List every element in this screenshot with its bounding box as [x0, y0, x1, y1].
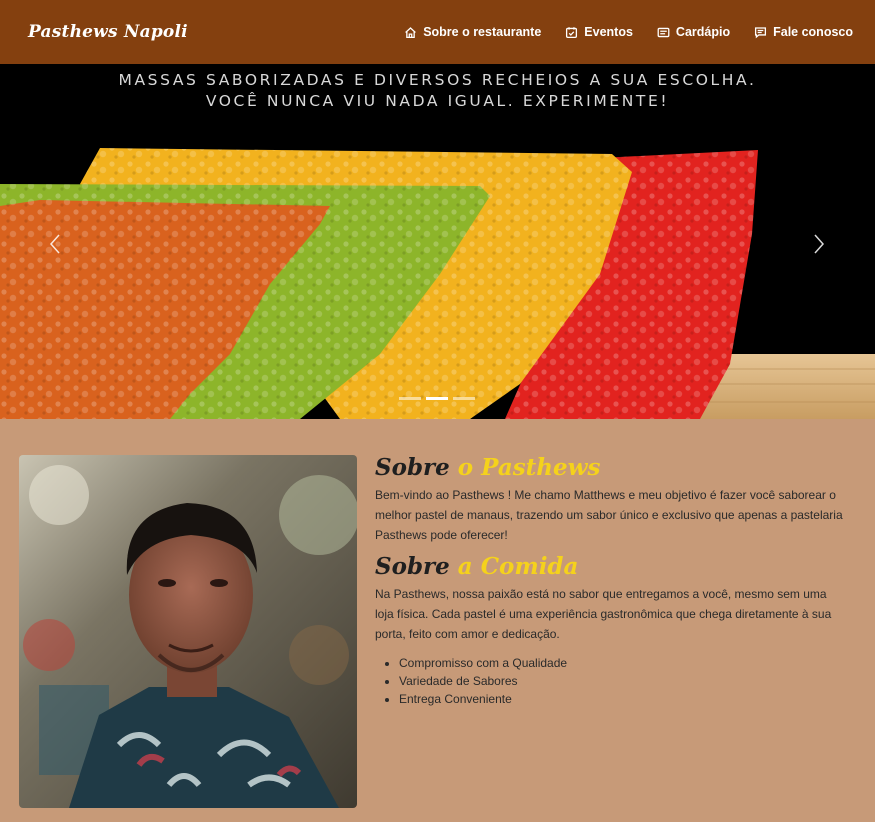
- about-text: Sobre o Pasthews Bem-vindo ao Pasthews !…: [375, 453, 845, 708]
- navbar: Pasthews Napoli Sobre o restaurante Even…: [0, 0, 875, 64]
- nav-sobre-restaurante[interactable]: Sobre o restaurante: [404, 25, 541, 39]
- carousel-next-button[interactable]: [804, 224, 834, 264]
- feature-item: Variedade de Sabores: [399, 672, 845, 690]
- owner-photo: [19, 455, 357, 808]
- nav-label: Eventos: [584, 25, 633, 39]
- home-icon: [405, 26, 417, 38]
- food-text: Na Pasthews, nossa paixão está no sabor …: [375, 587, 832, 641]
- chevron-left-icon: [49, 234, 60, 254]
- food-title-accent: a Comida: [457, 553, 579, 580]
- food-title: Sobre a Comida: [375, 552, 845, 582]
- nav-label: Fale conosco: [773, 25, 853, 39]
- calendar-check-icon: [566, 26, 578, 38]
- brand-logo-link[interactable]: Pasthews Napoli: [28, 22, 188, 42]
- about-title: Sobre o Pasthews: [375, 453, 845, 483]
- carousel-indicator-3[interactable]: [453, 397, 475, 400]
- menu-card-icon: [657, 27, 670, 37]
- nav-fale-conosco[interactable]: Fale conosco: [754, 25, 853, 39]
- nav-label: Sobre o restaurante: [423, 25, 542, 39]
- carousel-indicator-1[interactable]: [399, 397, 421, 400]
- nav-label: Cardápio: [675, 25, 731, 39]
- about-title-accent: o Pasthews: [457, 454, 601, 481]
- feature-list: Compromisso com a Qualidade Variedade de…: [399, 654, 845, 708]
- hero-carousel: MASSAS SABORIZADAS E DIVERSOS RECHEIOS A…: [0, 64, 875, 419]
- chat-icon: [755, 26, 767, 38]
- feature-item: Compromisso com a Qualidade: [399, 654, 845, 672]
- carousel-caption: MASSAS SABORIZADAS E DIVERSOS RECHEIOS A…: [0, 70, 875, 112]
- nav-cardapio[interactable]: Cardápio: [657, 25, 730, 39]
- pastel-slide-image: [0, 64, 875, 419]
- about-section: Sobre o Pasthews Bem-vindo ao Pasthews !…: [0, 419, 875, 822]
- about-title-main: Sobre: [375, 454, 458, 481]
- nav-eventos[interactable]: Eventos: [565, 25, 633, 39]
- caption-line-2: VOCÊ NUNCA VIU NADA IGUAL. EXPERIMENTE!: [205, 92, 670, 110]
- about-intro: Bem-vindo ao Pasthews ! Me chamo Matthew…: [375, 488, 843, 542]
- caption-line-1: MASSAS SABORIZADAS E DIVERSOS RECHEIOS A…: [118, 71, 757, 89]
- feature-item: Entrega Conveniente: [399, 690, 845, 708]
- food-title-main: Sobre: [375, 553, 458, 580]
- owner-portrait-image: [19, 455, 357, 808]
- main-nav: Sobre o restaurante Eventos Cardápio Fal…: [404, 25, 853, 39]
- carousel-prev-button[interactable]: [40, 224, 70, 264]
- carousel-indicators: [399, 397, 475, 400]
- chevron-right-icon: [814, 234, 825, 254]
- carousel-indicator-2[interactable]: [426, 397, 448, 400]
